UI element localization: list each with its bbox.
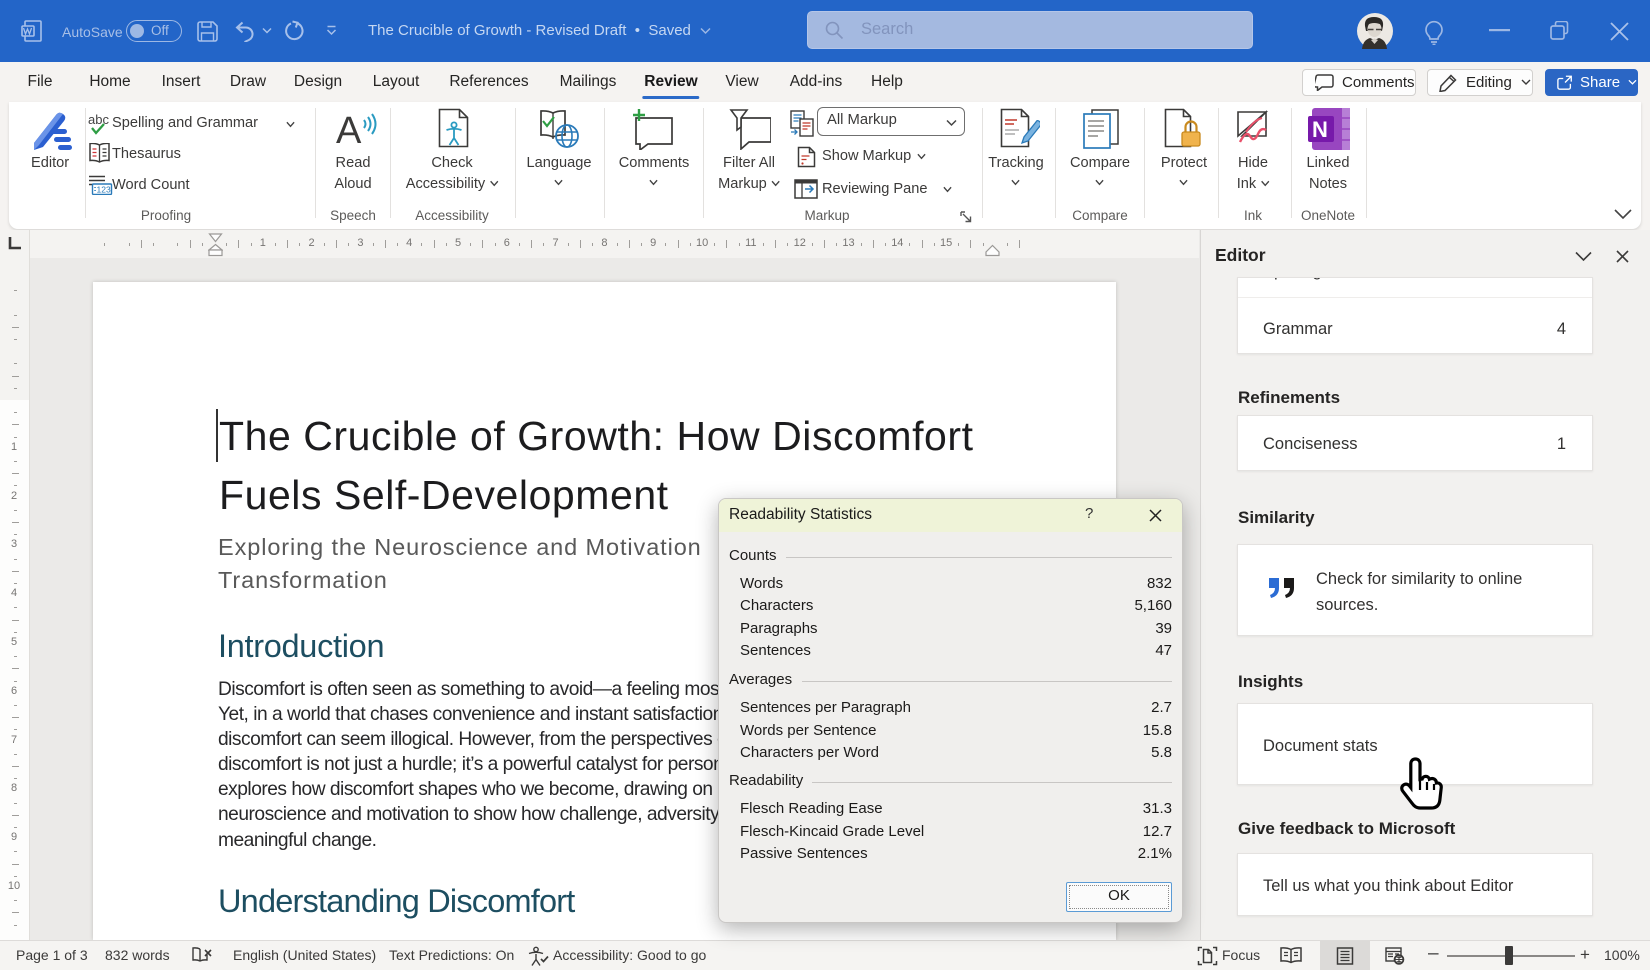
svg-text:123: 123 — [97, 184, 111, 194]
svg-text:A: A — [336, 110, 362, 146]
svg-text:abc: abc — [88, 113, 109, 127]
svg-text:N: N — [1312, 117, 1328, 142]
